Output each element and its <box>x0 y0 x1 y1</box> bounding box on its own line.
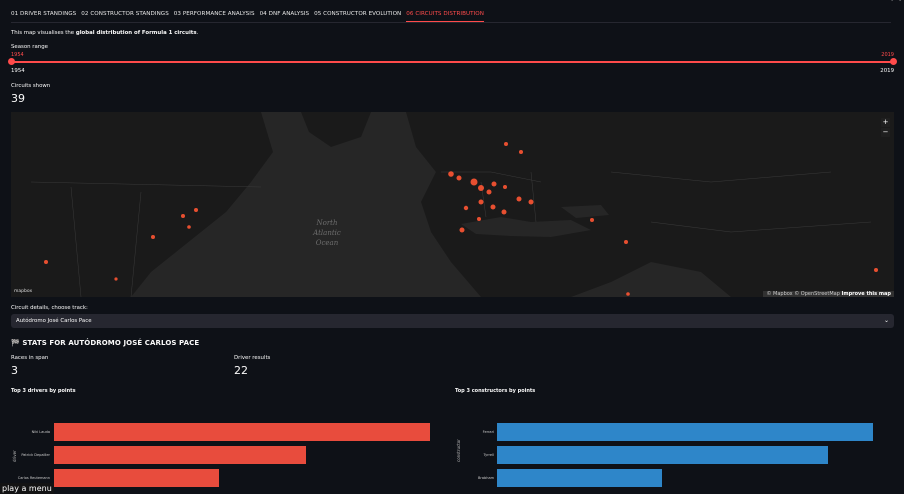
bar-label: Ferrari <box>482 430 494 434</box>
circuit-marker <box>590 218 594 222</box>
ocean-label-atlantic: Atlantic <box>312 229 341 237</box>
circuit-marker <box>470 178 478 186</box>
circuit-marker <box>516 196 522 202</box>
tab-circuits-distribution[interactable]: 06 CIRCUITS DISTRIBUTION <box>406 9 484 22</box>
circuit-marker <box>448 171 454 177</box>
bar-label: Carlos Reutemann <box>17 476 50 480</box>
races-value: 3 <box>11 364 18 377</box>
circuit-marker <box>463 205 469 211</box>
constructors-chart-title: Top 3 constructors by points <box>455 388 536 394</box>
chequered-flag-icon: 🏁 <box>11 339 20 347</box>
bar-niki-lauda[interactable] <box>54 423 430 441</box>
tab-constructor-evolution[interactable]: 05 CONSTRUCTOR EVOLUTION <box>314 9 401 22</box>
circuit-marker <box>478 185 484 191</box>
slider-max-label: 2019 <box>880 68 894 74</box>
tab-performance-analysis[interactable]: 03 PERFORMANCE ANALYSIS <box>174 9 255 22</box>
bar-label: Tyrrell <box>483 453 494 457</box>
stats-title: STATS FOR AUTÓDROMO JOSÉ CARLOS PACE <box>22 339 200 347</box>
bar-brabham[interactable] <box>497 469 663 487</box>
circuit-select[interactable]: Autódromo José Carlos Pace ⌄ <box>11 314 894 328</box>
circuit-marker <box>874 268 878 272</box>
drivers-chart-title: Top 3 drivers by points <box>11 388 76 394</box>
mapbox-logo[interactable]: mapbox <box>14 289 32 294</box>
bar-label: Brabham <box>478 476 494 480</box>
circuit-marker <box>114 277 118 281</box>
bar-tyrrell[interactable] <box>497 446 828 464</box>
intro-text: This map visualises the global distribut… <box>11 30 198 36</box>
play-menu-button[interactable]: play a menu <box>0 483 54 494</box>
intro-bold: global distribution of Formula 1 circuit… <box>75 30 197 36</box>
improve-map-link[interactable]: Improve this map <box>842 291 892 297</box>
circuit-marker <box>490 204 496 210</box>
circuit-marker <box>187 225 191 229</box>
circuit-marker <box>501 209 507 215</box>
tab-driver-standings[interactable]: 01 DRIVER STANDINGS <box>11 9 76 22</box>
map-canvas: North Atlantic Ocean <box>11 112 894 297</box>
intro-post: . <box>196 30 199 36</box>
circuit-marker <box>44 260 48 264</box>
circuit-marker <box>624 240 628 244</box>
ocean-label-ocean: Ocean <box>316 239 339 247</box>
results-value: 22 <box>234 364 248 377</box>
constructors-axis-title: constructor <box>456 439 461 462</box>
intro-pre: This map visualises the <box>11 30 76 36</box>
bar-label: Patrick Depailler <box>21 453 50 457</box>
stats-heading: 🏁 STATS FOR AUTÓDROMO JOSÉ CARLOS PACE <box>11 339 199 347</box>
races-label: Races in span <box>11 355 49 361</box>
tab-dnf-analysis[interactable]: 04 DNF ANALYSIS <box>260 9 310 22</box>
slider-min-label: 1954 <box>11 68 25 74</box>
circuit-marker <box>181 214 185 218</box>
circuit-marker <box>151 235 155 239</box>
chevron-down-icon: ⌄ <box>883 317 889 324</box>
season-range-label: Season range <box>11 44 48 50</box>
north-america-land <box>11 112 273 297</box>
bar-label: Niki Lauda <box>31 430 50 434</box>
circuit-marker <box>477 217 481 221</box>
circuits-shown-label: Circuits shown <box>11 83 51 89</box>
circuit-marker <box>504 142 508 146</box>
circuit-marker <box>456 175 462 181</box>
tab-constructor-standings[interactable]: 02 CONSTRUCTOR STANDINGS <box>81 9 169 22</box>
circuit-marker <box>503 185 507 189</box>
header-label: display <box>884 0 902 2</box>
circuits-shown-value: 39 <box>11 92 25 105</box>
map-attribution: © Mapbox © OpenStreetMap Improve this ma… <box>763 291 894 297</box>
circuit-marker <box>519 150 523 154</box>
circuit-map[interactable]: North Atlantic Ocean + − mapbox © Mapbox… <box>11 112 894 297</box>
zoom-in-button[interactable]: + <box>881 118 890 127</box>
select-label: Circuit details, choose track: <box>11 305 88 311</box>
greenland-land <box>301 112 371 147</box>
app: display 01 DRIVER STANDINGS 02 CONSTRUCT… <box>0 0 904 494</box>
zoom-out-button[interactable]: − <box>881 128 890 137</box>
circuit-marker <box>459 227 465 233</box>
season-slider-track[interactable] <box>11 61 894 63</box>
attribution-text[interactable]: © Mapbox © OpenStreetMap <box>766 291 839 297</box>
circuit-marker <box>528 199 534 205</box>
ocean-label-north: North <box>315 219 337 227</box>
circuit-marker <box>194 208 198 212</box>
slider-high-thumb[interactable] <box>890 58 897 65</box>
tab-bar: 01 DRIVER STANDINGS 02 CONSTRUCTOR STAND… <box>11 9 891 23</box>
circuit-marker <box>486 189 492 195</box>
slider-low-thumb[interactable] <box>8 58 15 65</box>
circuit-select-value: Autódromo José Carlos Pace <box>16 318 92 324</box>
bar-carlos-reutemann[interactable] <box>54 469 220 487</box>
circuit-marker <box>491 181 497 187</box>
circuit-marker <box>626 292 630 296</box>
slider-low-value: 1954 <box>11 52 24 58</box>
bar-patrick-depailler[interactable] <box>54 446 306 464</box>
circuit-marker <box>478 199 484 205</box>
europe-asia-land <box>406 112 894 297</box>
results-label: Driver results <box>234 355 271 361</box>
bar-ferrari[interactable] <box>497 423 873 441</box>
